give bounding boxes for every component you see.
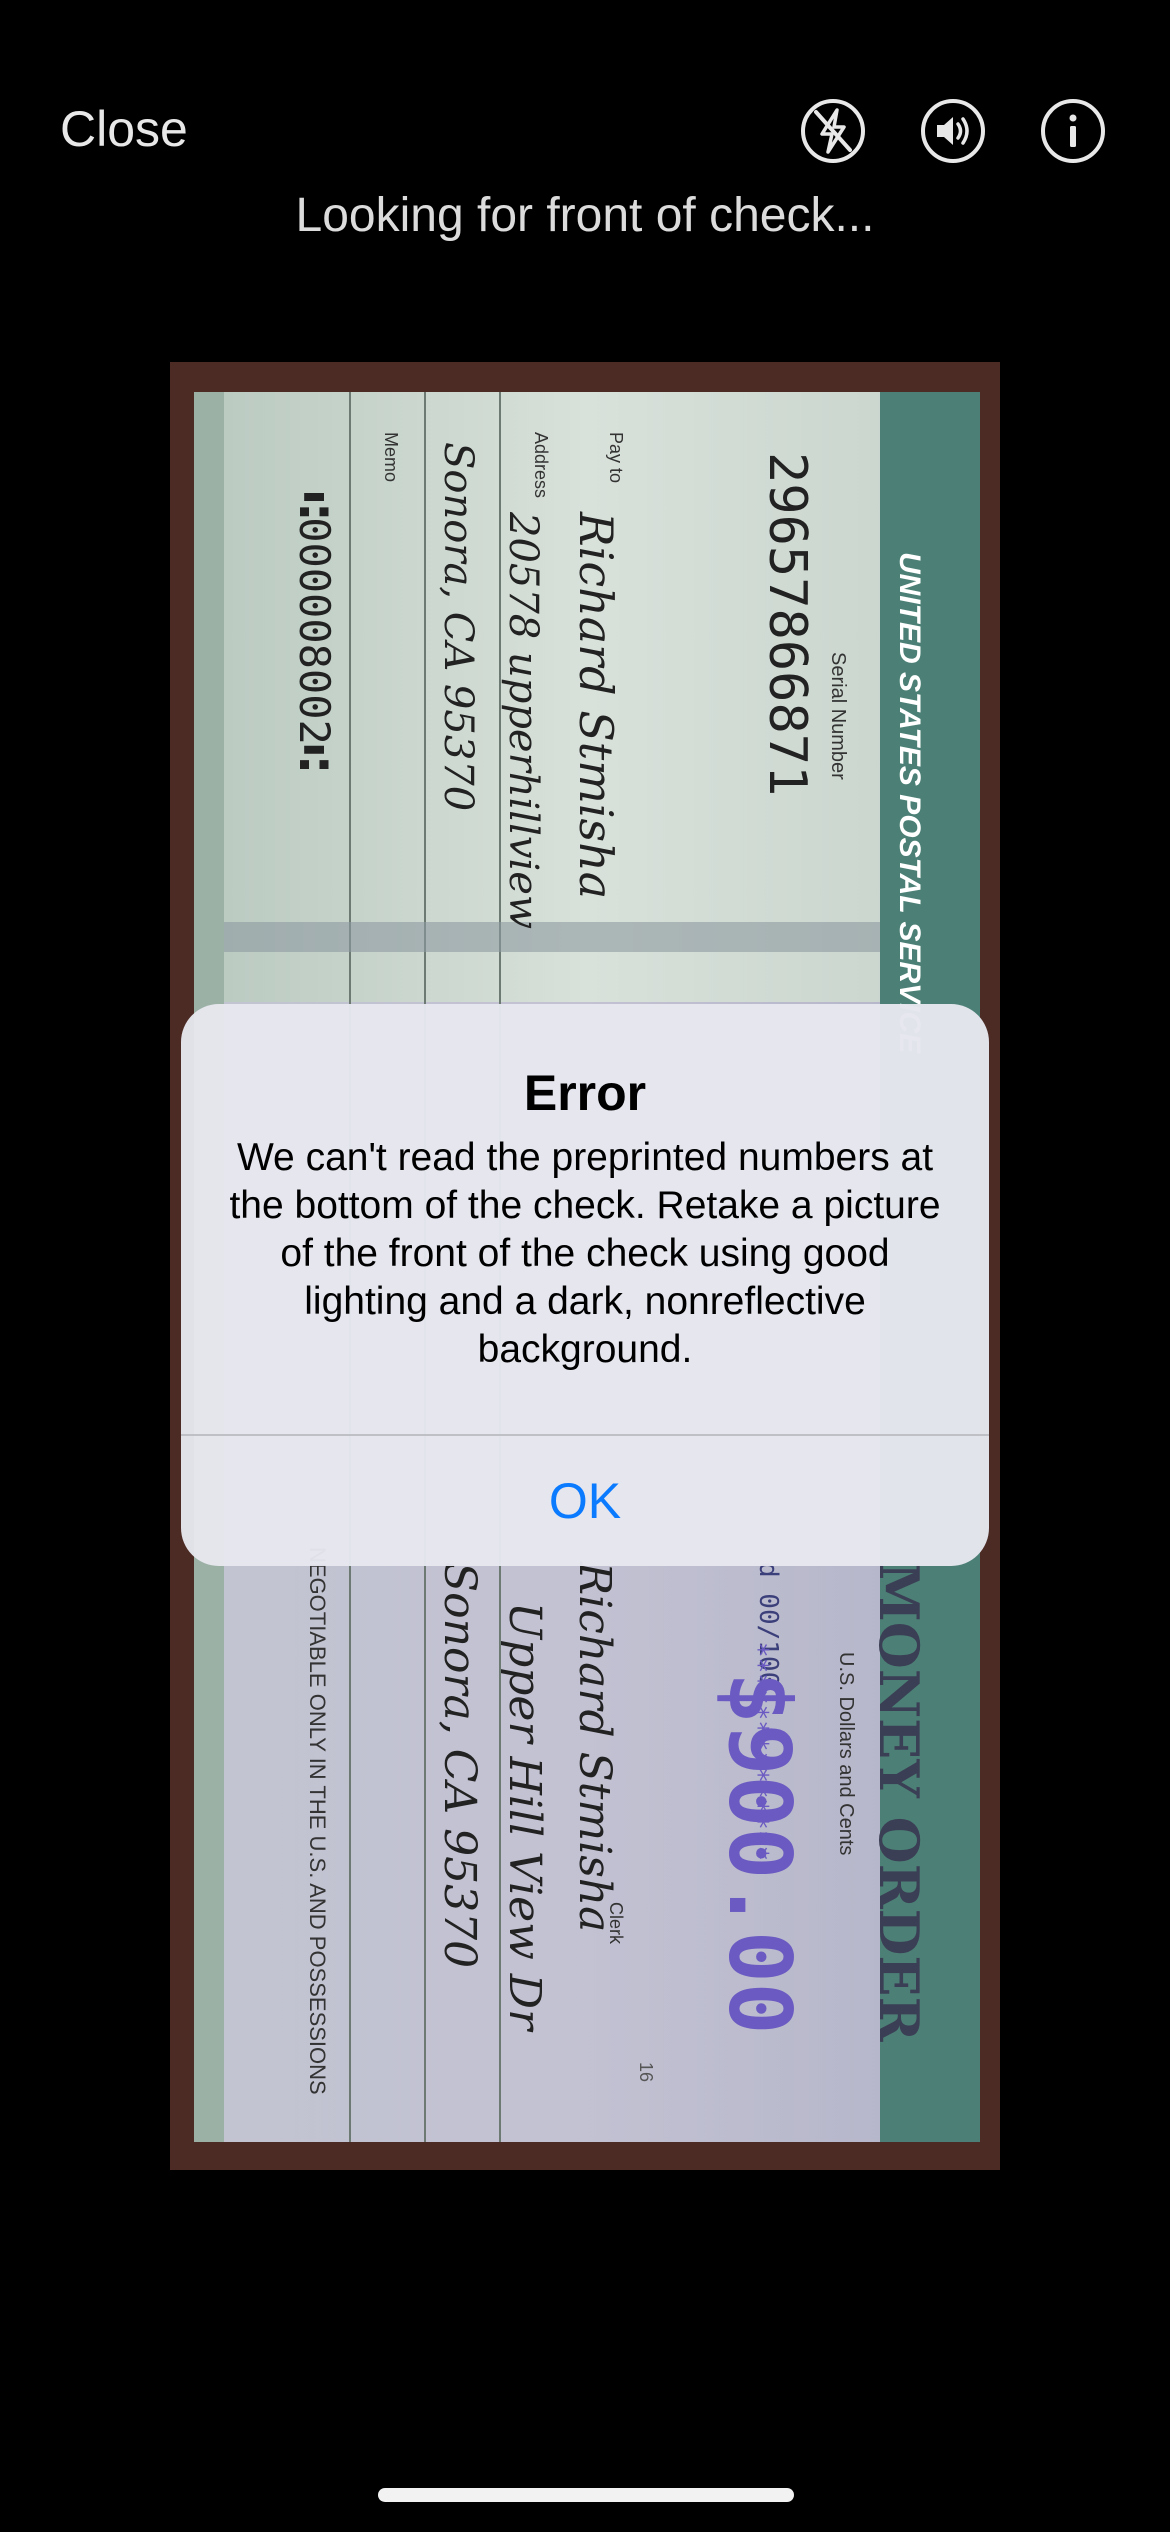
alert-message: We can't read the preprinted numbers at … [229, 1136, 941, 1371]
ok-button[interactable]: OK [181, 1436, 989, 1566]
close-button[interactable]: Close [60, 100, 188, 158]
pay-to-label: Pay to [606, 432, 626, 483]
alert-title: Error [523, 1065, 647, 1121]
pay-to-value: Richard Stmisha [569, 511, 623, 899]
error-alert-dialog: Error We can't read the preprinted numbe… [181, 1004, 989, 1566]
address-line2: Sonora, CA 95370 [435, 442, 481, 811]
memo-label: Memo [381, 432, 401, 482]
money-order-label: MONEY ORDER [867, 1562, 931, 2043]
info-icon[interactable] [1040, 98, 1106, 164]
address-line1: 20578 upperhillview [500, 511, 546, 929]
camera-screen: Close Looking for front of check... UNIT… [0, 0, 1170, 2532]
back-address1: Upper Hill View Dr [499, 1602, 550, 2033]
serial-number: 29657866871 [757, 452, 817, 796]
home-indicator[interactable] [378, 2488, 794, 2502]
address-label: Address [531, 432, 551, 498]
negotiable-text: NEGOTIABLE ONLY IN THE U.S. AND POSSESSI… [305, 1547, 330, 2095]
issuer-text: UNITED STATES POSTAL SERVICE [893, 552, 926, 1054]
back-address2: Sonora, CA 95370 [434, 1562, 485, 1968]
small-number: 16 [636, 2062, 656, 2082]
serial-label: Serial Number [827, 652, 849, 780]
speaker-icon[interactable] [920, 98, 986, 164]
flash-off-icon[interactable] [800, 98, 866, 164]
micr-line: ⑆000008002⑆ [290, 492, 339, 770]
back-name: Richard Stmisha [569, 1561, 620, 1932]
dollars-label: U.S. Dollars and Cents [835, 1652, 857, 1855]
scan-status-text: Looking for front of check... [295, 189, 875, 242]
amount-stars: ************** [743, 1642, 773, 1861]
